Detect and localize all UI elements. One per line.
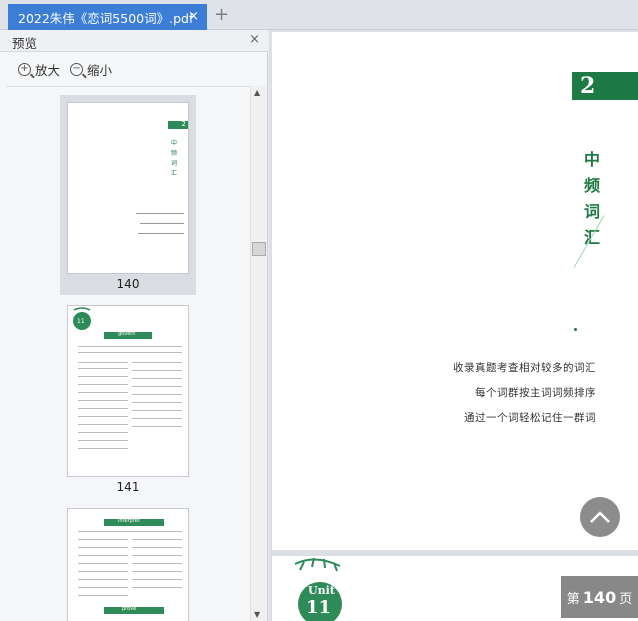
thumb-text-line [78,362,128,363]
thumbnail-page-140[interactable]: 2 中 频 词 汇 [67,102,189,274]
zoom-toolbar: + 放大 − 缩小 [0,52,268,86]
sidebar-close-icon[interactable]: × [249,32,260,47]
thumbnail-list: 2 中 频 词 汇 140 11 govern 141 interpret pr… [6,86,250,621]
thumb-text-line [132,555,182,556]
thumb-text-line [78,384,128,385]
unit-number: 11 [306,597,332,618]
thumb-title-char: 中 [171,140,178,147]
thumb-text-line [78,595,128,596]
thumb-unit-number: 11 [77,318,85,325]
scroll-down-icon[interactable]: ▼ [254,610,260,619]
thumb-text-line [138,233,184,234]
thumb-title-char: 汇 [171,170,178,177]
thumb-text-line [78,408,128,409]
preview-sidebar: 预览 × + 放大 − 缩小 2 中 频 词 汇 140 11 govern 1… [0,30,268,621]
thumbnail-scrollbar[interactable]: ▲ ▼ [250,86,266,621]
description-line: 每个词群按主词词频排序 [475,387,596,399]
chevron-up-icon [590,511,610,523]
thumb-text-line [78,432,128,433]
thumbnail-page-141[interactable]: 11 govern [67,305,189,477]
thumb-text-line [132,386,182,387]
thumb-text-line [132,394,182,395]
page-140: 2 中 频 词 汇 收录真题考查相对较多的词汇 每个词群按主词词频排序 通过一个… [272,32,638,550]
thumb-text-line [78,448,128,449]
thumb-text-line [78,416,128,417]
thumb-text-line [78,376,128,377]
sidebar-header: 预览 × [0,30,268,52]
thumb-text-line [78,563,128,564]
thumb-chapter-number: 2 [181,120,186,128]
thumb-text-line [132,539,182,540]
thumb-text-line [140,223,184,224]
thumbnail-page-142[interactable]: interpret prove [67,508,189,621]
thumb-word: govern [118,331,136,337]
thumb-word: prove [122,606,137,612]
thumbnail-page-number: 140 [116,277,140,291]
tab-title: 2022朱伟《恋词5500词》.pdf [18,10,194,26]
close-tab-icon[interactable]: × [188,9,199,24]
description-line: 通过一个词轻松记住一群词 [464,412,596,424]
thumb-text-line [132,362,182,363]
thumb-chapter-title: 中 频 词 汇 [171,139,179,179]
zoom-out-icon: − [70,62,84,76]
thumb-text-line [132,426,182,427]
thumb-word: interpret [118,518,140,524]
thumb-title-char: 频 [171,150,178,157]
current-page-number: 140 [582,587,617,607]
page-prefix: 第 [566,591,580,607]
thumb-text-line [78,531,182,532]
thumbnail-page-number: 141 [116,480,140,494]
thumb-text-line [78,539,128,540]
thumb-text-line [132,587,182,588]
zoom-out-label: 缩小 [87,62,113,78]
sidebar-title: 预览 [12,36,38,51]
page-indicator: 第 140 页 [561,576,638,618]
thumb-text-line [78,440,128,441]
description-line: 收录真题考查相对较多的词汇 [453,362,596,374]
thumb-text-line [132,410,182,411]
thumb-text-line [132,418,182,419]
thumb-text-line [78,571,128,572]
thumb-text-line [78,547,128,548]
thumb-text-line [132,378,182,379]
thumb-text-line [78,392,128,393]
zoom-in-button[interactable]: + 放大 [18,60,60,79]
zoom-out-button[interactable]: − 缩小 [70,60,112,79]
thumb-title-char: 词 [171,160,178,167]
chapter-title: 中 频 词 汇 [584,147,604,251]
chapter-title-char: 汇 [584,228,601,247]
scroll-up-icon[interactable]: ▲ [254,88,260,97]
new-tab-icon[interactable]: + [214,4,229,25]
decorative-dot [574,328,577,331]
thumb-text-line [132,579,182,580]
thumb-text-line [78,579,128,580]
scroll-to-top-button[interactable] [580,497,620,537]
zoom-in-icon: + [18,62,31,76]
document-viewer[interactable]: 2 中 频 词 汇 收录真题考查相对较多的词汇 每个词群按主词词频排序 通过一个… [269,30,638,621]
thumb-text-line [78,424,128,425]
zoom-in-label: 放大 [35,62,61,78]
document-tab[interactable]: 2022朱伟《恋词5500词》.pdf × [8,4,207,30]
thumb-text-line [132,571,182,572]
chapter-title-char: 频 [584,176,601,195]
page-suffix: 页 [619,591,633,607]
thumb-text-line [132,402,182,403]
tab-bar: 2022朱伟《恋词5500词》.pdf × + [0,0,638,30]
thumb-text-line [132,547,182,548]
chapter-number: 2 [572,72,638,100]
thumb-text-line [78,368,128,369]
scrollbar-thumb[interactable] [252,242,266,256]
thumb-text-line [132,563,182,564]
thumb-text-line [78,555,128,556]
thumb-text-line [132,370,182,371]
thumb-text-line [78,352,182,353]
thumb-text-line [136,213,184,214]
chapter-title-char: 中 [584,150,601,169]
thumb-text-line [78,400,128,401]
unit-label: Unit [308,584,335,597]
thumb-text-line [78,587,128,588]
thumb-text-line [78,346,182,347]
